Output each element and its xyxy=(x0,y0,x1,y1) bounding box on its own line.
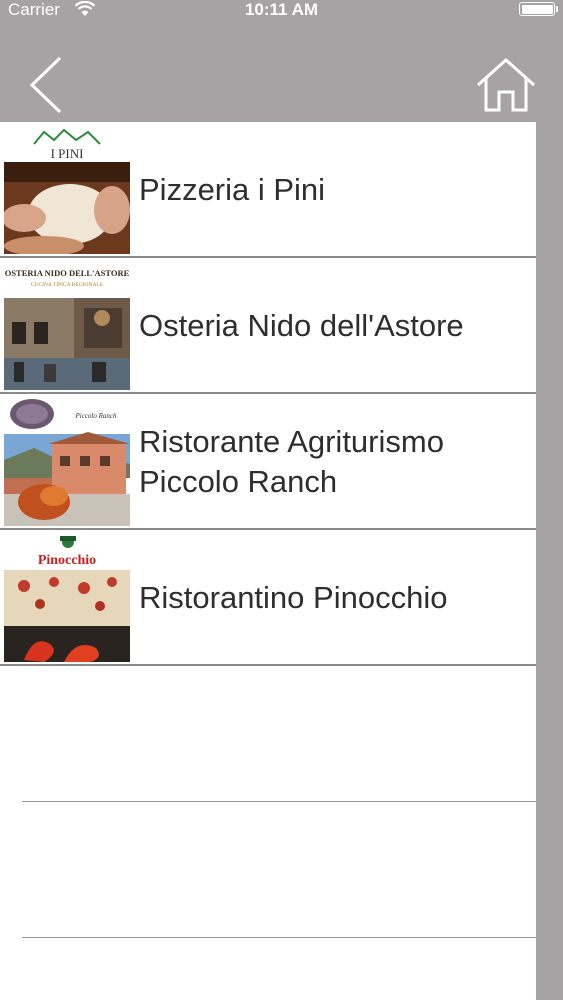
restaurant-row-osteria-nido-dell-astore[interactable]: OSTERIA NIDO DELL'ASTORE CUCINA TIPICA R… xyxy=(0,258,536,394)
restaurant-name: Ristorante Agriturismo Piccolo Ranch xyxy=(139,424,444,499)
status-bar: Carrier 10:11 AM xyxy=(0,0,563,22)
empty-row xyxy=(0,802,536,938)
restaurant-thumbnail: OSTERIA NIDO DELL'ASTORE CUCINA TIPICA R… xyxy=(4,262,130,390)
logo-subtext-osteria: CUCINA TIPICA REGIONALE xyxy=(31,282,104,288)
restaurant-thumbnail: I PINI xyxy=(4,126,130,254)
logo-text-i-pini: I PINI xyxy=(51,146,84,161)
home-button[interactable] xyxy=(476,57,536,112)
logo-text-piccolo-ranch: Piccolo Ranch xyxy=(74,412,117,420)
nav-bar xyxy=(0,22,563,122)
row-divider xyxy=(22,937,536,938)
restaurant-name: Pizzeria i Pini xyxy=(139,172,326,207)
home-outline-icon xyxy=(477,57,535,112)
logo-text-osteria: OSTERIA NIDO DELL'ASTORE xyxy=(5,268,130,278)
logo-text-pinocchio: Pinocchio xyxy=(38,553,96,568)
empty-row xyxy=(0,666,536,802)
restaurant-thumbnail: Pinocchio xyxy=(4,534,130,662)
restaurant-row-piccolo-ranch[interactable]: Piccolo Ranch Ristorante Agriturismo Pic… xyxy=(0,394,536,530)
restaurant-row-ristorantino-pinocchio[interactable]: Pinocchio Ristorantino Pinocchio xyxy=(0,530,536,666)
restaurant-row-pizzeria-i-pini[interactable]: I PINI Pizzeria i Pini xyxy=(0,122,536,258)
restaurant-name: Ristorantino Pinocchio xyxy=(139,580,448,615)
restaurant-name: Osteria Nido dell'Astore xyxy=(139,308,464,343)
restaurant-list: I PINI Pizzeria i Pini OSTERIA NIDO DELL… xyxy=(0,122,536,1000)
chevron-left-icon xyxy=(29,56,62,114)
restaurant-thumbnail: Piccolo Ranch xyxy=(4,398,130,526)
status-time: 10:11 AM xyxy=(244,0,319,19)
battery-icon xyxy=(519,2,558,16)
back-button[interactable] xyxy=(24,56,68,114)
